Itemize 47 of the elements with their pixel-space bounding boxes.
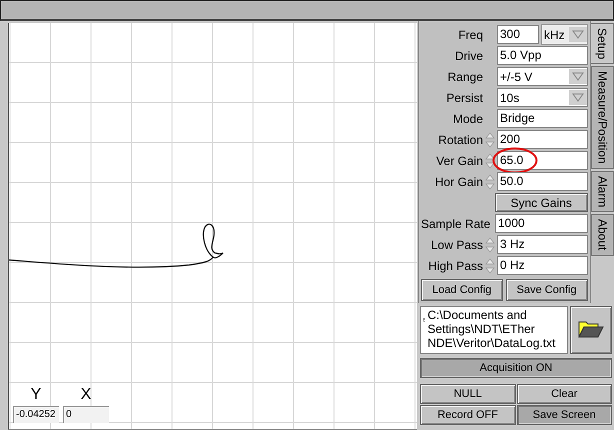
side-tab[interactable]: Alarm: [590, 171, 614, 212]
input-field[interactable]: 0 Hz: [497, 256, 588, 275]
field-label: Freq: [457, 28, 484, 42]
x-value-field: 0: [63, 406, 109, 423]
browse-button[interactable]: [570, 306, 612, 354]
action-button[interactable]: NULL: [420, 384, 516, 404]
spinner-arrows-icon[interactable]: [485, 236, 495, 254]
spinner-arrows-icon[interactable]: [485, 152, 495, 170]
input-field[interactable]: 300: [497, 25, 539, 44]
scroll-marker-icon: [423, 315, 426, 325]
input-field[interactable]: 1000: [495, 214, 588, 233]
x-axis-label: X: [80, 386, 92, 404]
folder-icon: [578, 320, 604, 338]
config-button[interactable]: Load Config: [421, 279, 503, 301]
field-label: Mode: [452, 112, 484, 126]
field-label: Hor Gain: [434, 174, 484, 188]
action-button[interactable]: Clear: [516, 384, 612, 404]
action-button[interactable]: Record OFF: [420, 405, 516, 425]
file-path-field[interactable]: C:\Documents and Settings\NDT\ETher NDE\Veritor\DataLog.txt: [420, 306, 568, 354]
input-field[interactable]: 50.0: [497, 172, 588, 191]
side-tab[interactable]: About: [590, 214, 614, 256]
acquisition-button[interactable]: Acquisition ON: [420, 358, 612, 378]
side-tab[interactable]: Measure/Position: [590, 66, 614, 170]
field-label: Ver Gain: [435, 154, 484, 168]
field-label: Sample Rate: [421, 216, 492, 230]
input-field[interactable]: Bridge: [497, 109, 588, 128]
side-tab[interactable]: Setup: [590, 23, 614, 64]
sync-gains-button[interactable]: Sync Gains: [495, 193, 588, 212]
input-field[interactable]: 5.0 Vpp: [497, 46, 588, 65]
action-button[interactable]: Save Screen: [516, 405, 612, 425]
y-value-field: -0.04252: [13, 406, 59, 423]
field-label: Low Pass: [430, 238, 484, 252]
spinner-arrows-icon[interactable]: [485, 130, 495, 148]
spinner-arrows-icon[interactable]: [485, 172, 495, 190]
field-label: Drive: [454, 48, 484, 62]
dropdown-field[interactable]: +/-5 V: [497, 67, 588, 86]
field-label: Rotation: [437, 132, 484, 146]
field-label: Range: [446, 70, 484, 84]
dropdown-field[interactable]: 10s: [497, 88, 588, 107]
input-field[interactable]: 200: [497, 130, 588, 149]
input-field[interactable]: 3 Hz: [497, 235, 588, 254]
y-axis-label: Y: [30, 386, 42, 404]
field-label: Persist: [445, 90, 484, 104]
spinner-arrows-icon[interactable]: [485, 256, 495, 274]
field-label: High Pass: [427, 258, 484, 272]
unit-dropdown[interactable]: kHz: [541, 24, 588, 45]
config-button[interactable]: Save Config: [506, 279, 588, 301]
